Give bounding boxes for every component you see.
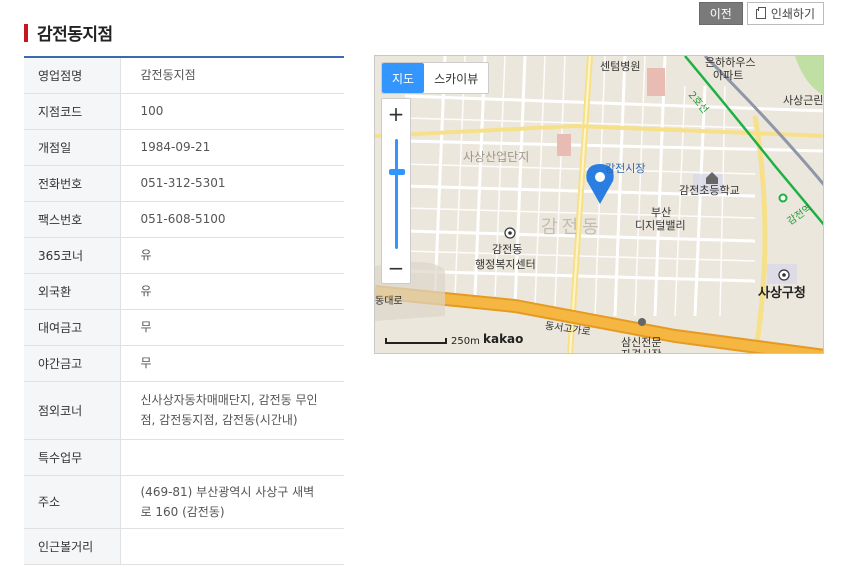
map-canvas[interactable] [375, 56, 824, 354]
map-type-button[interactable]: 지도 [382, 63, 425, 93]
page-title-bar: 감전동지점 [24, 20, 113, 45]
print-button-label: 인쇄하기 [770, 7, 815, 21]
zoom-out-button[interactable]: − [382, 253, 410, 283]
map-label-industrial: 사상산업단지 [463, 150, 530, 164]
info-value: 1984-09-21 [120, 129, 344, 166]
top-buttons: 이전 인쇄하기 [698, 2, 824, 25]
info-value [120, 528, 344, 565]
zoom-in-button[interactable]: + [382, 99, 410, 129]
info-label: 인근볼거리 [24, 528, 121, 565]
info-label: 대여금고 [24, 309, 121, 346]
printer-icon [755, 6, 766, 19]
map-type-switcher: 지도 스카이뷰 [381, 62, 490, 94]
map-label-center1: 감전동 [492, 243, 523, 256]
info-label: 주소 [24, 475, 121, 529]
map-label-samsin2: 자격시작 [621, 346, 661, 353]
info-label: 야간금고 [24, 345, 121, 382]
map-label-apt2: 아파트 [713, 69, 744, 82]
info-row-night-safe: 야간금고 무 [24, 345, 344, 382]
info-label: 점외코너 [24, 381, 121, 440]
info-value: 100 [120, 93, 344, 130]
info-value: 무 [120, 309, 344, 346]
info-label: 영업점명 [24, 57, 121, 94]
map-label-market: 감전시장 [605, 162, 646, 175]
info-value: 신사상자동차매매단지, 감전동 무인점, 감전동지점, 감전동(시간내) [120, 381, 344, 440]
info-row-outside-corner: 점외코너 신사상자동차매매단지, 감전동 무인점, 감전동지점, 감전동(시간내… [24, 381, 344, 440]
map-label-hospital: 센텀병원 [600, 60, 641, 73]
info-row-nearby: 인근볼거리 [24, 528, 344, 565]
info-row-address: 주소 (469-81) 부산광역시 사상구 새벽로 160 (감전동) [24, 475, 344, 529]
info-label: 지점코드 [24, 93, 121, 130]
map-scale-text: 250m [451, 336, 480, 347]
skyview-type-button[interactable]: 스카이뷰 [424, 63, 488, 93]
map-label-road1: 동대로 [375, 296, 403, 307]
map-scale-bar [385, 338, 447, 344]
zoom-slider-handle[interactable] [389, 169, 405, 175]
info-row-365: 365코너 유 [24, 237, 344, 274]
info-value: 유 [120, 273, 344, 310]
map-label-school: 감전초등학교 [679, 184, 740, 197]
info-value: 무 [120, 345, 344, 382]
page-title: 감전동지점 [37, 25, 113, 45]
zoom-slider-track[interactable] [395, 139, 398, 249]
title-marker [24, 23, 28, 42]
info-value: (469-81) 부산광역시 사상구 새벽로 160 (감전동) [120, 475, 344, 529]
info-label: 개점일 [24, 129, 121, 166]
branch-map[interactable]: 지도 스카이뷰 + − 센텀병원 은하하우스 아파트 사상근린 2호선 사상산업… [374, 55, 824, 354]
info-row-foreign-exchange: 외국환 유 [24, 273, 344, 310]
info-row-code: 지점코드 100 [24, 93, 344, 130]
map-label-center2: 행정복지센터 [475, 258, 536, 271]
kakao-logo: kakao [483, 332, 524, 346]
info-row-special-service: 특수업무 [24, 439, 344, 476]
info-value: 감전동지점 [120, 57, 344, 94]
info-value [120, 439, 344, 476]
print-button[interactable]: 인쇄하기 [746, 2, 824, 25]
map-label-digital-valley: 디지털밸리 [635, 219, 686, 232]
info-value: 051-312-5301 [120, 165, 344, 202]
zoom-control: + − [381, 98, 411, 284]
prev-button[interactable]: 이전 [698, 2, 743, 25]
info-row-phone: 전화번호 051-312-5301 [24, 165, 344, 202]
map-label-sasang-park: 사상근린 [783, 94, 824, 107]
map-label-dong: 감전동 [541, 217, 603, 238]
info-label: 전화번호 [24, 165, 121, 202]
map-label-gu-office: 사상구청 [758, 286, 806, 301]
info-value: 유 [120, 237, 344, 274]
info-row-open-date: 개점일 1984-09-21 [24, 129, 344, 166]
info-label: 365코너 [24, 237, 121, 274]
info-row-name: 영업점명 감전동지점 [24, 57, 344, 94]
info-value: 051-608-5100 [120, 201, 344, 238]
branch-info-table: 영업점명 감전동지점 지점코드 100 개점일 1984-09-21 전화번호 … [24, 56, 344, 565]
info-label: 팩스번호 [24, 201, 121, 238]
info-row-fax: 팩스번호 051-608-5100 [24, 201, 344, 238]
info-row-safe-deposit: 대여금고 무 [24, 309, 344, 346]
info-label: 외국환 [24, 273, 121, 310]
info-label: 특수업무 [24, 439, 121, 476]
